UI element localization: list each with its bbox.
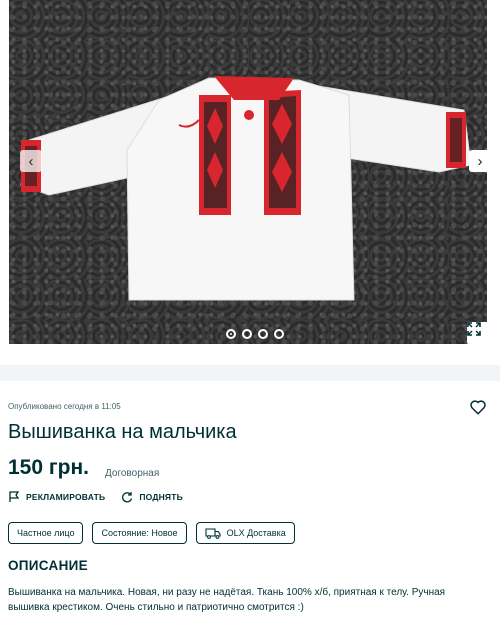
- slide-dot-4[interactable]: [274, 329, 284, 339]
- shirt-illustration: [20, 76, 472, 301]
- previous-photo-button[interactable]: ‹: [20, 150, 42, 172]
- ad-price: 150 грн.: [8, 456, 89, 479]
- description-heading: ОПИСАНИЕ: [8, 558, 88, 573]
- slide-dot-3[interactable]: [258, 329, 268, 339]
- truck-icon: [205, 527, 221, 539]
- next-photo-button[interactable]: ›: [469, 150, 487, 172]
- ad-actions: РЕКЛАМИРОВАТЬ ПОДНЯТЬ: [8, 491, 183, 503]
- ad-title: Вышиванка на мальчика: [8, 421, 237, 443]
- chevron-left-icon: ‹: [28, 152, 34, 170]
- refresh-icon: [122, 492, 133, 503]
- condition-label: Состояние: Новое: [101, 528, 178, 538]
- delivery-label: OLX Доставка: [226, 528, 286, 538]
- published-date: Опубликовано сегодня в 11:05: [8, 402, 121, 411]
- heart-icon: [470, 400, 486, 415]
- slide-dot-2[interactable]: [242, 329, 252, 339]
- favorite-button[interactable]: [469, 398, 487, 416]
- seller-type-tag[interactable]: Частное лицо: [8, 522, 84, 544]
- flag-icon: [9, 491, 20, 502]
- slide-indicator: [226, 329, 284, 339]
- expand-icon: [467, 322, 481, 336]
- ad-tags: Частное лицо Состояние: Новое OLX Достав…: [8, 522, 295, 544]
- seller-type-label: Частное лицо: [17, 528, 75, 538]
- condition-tag[interactable]: Состояние: Новое: [92, 522, 187, 544]
- negotiable-label: Договорная: [105, 468, 160, 479]
- product-photo[interactable]: ‹ ›: [9, 0, 487, 344]
- fullscreen-button[interactable]: [467, 322, 487, 344]
- slide-dot-1[interactable]: [226, 329, 236, 339]
- promote-label: РЕКЛАМИРОВАТЬ: [26, 492, 106, 502]
- section-divider: [0, 365, 500, 381]
- chevron-right-icon: ›: [477, 152, 483, 170]
- delivery-tag[interactable]: OLX Доставка: [195, 522, 295, 544]
- description-text: Вышиванка на мальчика. Новая, ни разу не…: [8, 587, 446, 613]
- promote-button[interactable]: РЕКЛАМИРОВАТЬ: [8, 491, 105, 503]
- raise-button[interactable]: ПОДНЯТЬ: [121, 491, 183, 503]
- photo-gallery[interactable]: ‹ ›: [0, 0, 500, 365]
- raise-label: ПОДНЯТЬ: [139, 492, 183, 502]
